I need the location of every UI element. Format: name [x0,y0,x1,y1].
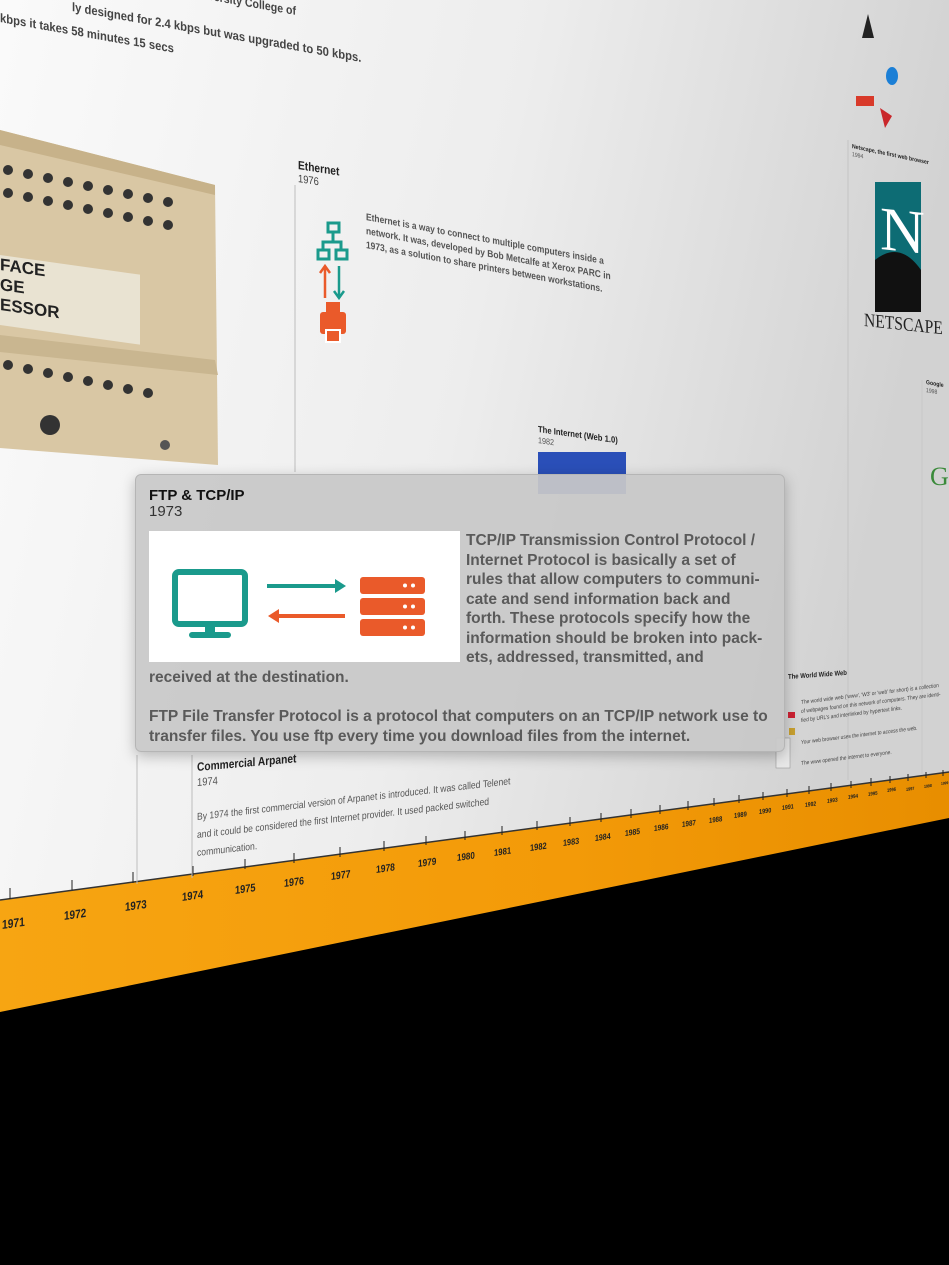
timeline-year-1998: 1998 [924,782,932,789]
timeline-year-1990: 1990 [759,807,772,816]
internet-year: 1982 [538,435,555,448]
timeline-year-1997: 1997 [906,785,915,792]
google-logo: G [930,462,949,491]
arpanet-year: 1974 [197,775,218,789]
netscape-logo-letter: N [880,195,925,268]
timeline-year-1983: 1983 [563,835,580,848]
server-icon [360,577,425,636]
timeline-year-1979: 1979 [418,856,437,870]
popup-illustration [149,531,460,662]
timeline-year-1982: 1982 [530,840,547,853]
timeline-year-1993: 1993 [827,797,838,805]
transfer-arrows-icon [267,579,346,623]
timeline-year-1992: 1992 [805,800,817,809]
timeline-year-1981: 1981 [494,845,512,859]
timeline-year-1985: 1985 [625,826,641,838]
popup-year: 1973 [149,503,183,520]
popup-title: FTP & TCP/IP [149,487,245,504]
popup-paragraph-ftp: FTP File Transfer Protocol is a protocol… [149,708,768,745]
timeline-year-1971: 1971 [2,914,25,932]
monitor-icon [172,569,248,638]
timeline-year-1989: 1989 [734,810,747,820]
imp-computer-image [0,130,218,465]
event-popup-card[interactable]: FTP & TCP/IP 1973 TCP/IP Transmission Co… [135,474,785,752]
timeline-year-1978: 1978 [376,862,395,876]
timeline-stage: ly designed for 2.4 kbps but was upgrade… [0,0,949,1265]
